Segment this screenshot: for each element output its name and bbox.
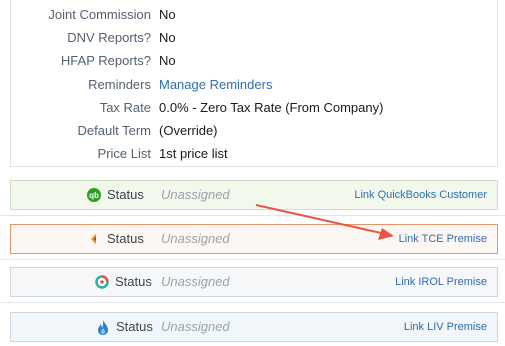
property-label: Joint Commission [48,7,151,22]
property-value: 0.0% - Zero Tax Rate (From Company) [159,100,384,115]
property-row-tax-rate: Tax Rate 0.0% - Zero Tax Rate (From Comp… [11,96,497,119]
status-label: Status [116,319,153,334]
status-label: Status [107,187,144,202]
link-tce-premise-link[interactable]: Link TCE Premise [399,225,487,253]
property-value: 1st price list [159,146,228,161]
divider [0,302,505,303]
link-irol-premise-link[interactable]: Link IROL Premise [395,268,487,296]
property-label: Tax Rate [99,100,151,115]
property-row-dnv-reports: DNV Reports? No [11,26,497,49]
property-row-reminders: Reminders Manage Reminders [11,73,497,96]
customer-properties-panel: Joint Commission No DNV Reports? No HFAP… [10,0,498,167]
property-label: DNV Reports? [67,30,151,45]
property-value: No [159,53,176,68]
liv-integration-row: Status Unassigned Link LIV Premise [10,312,498,342]
property-label: Reminders [88,77,151,92]
tce-integration-row: Status Unassigned Link TCE Premise [10,224,498,254]
tce-icon [87,232,101,246]
property-row-price-list: Price List 1st price list [11,142,497,165]
property-row-joint-commission: Joint Commission No [11,3,497,26]
svg-text:qb: qb [89,191,99,200]
property-row-default-term: Default Term (Override) [11,119,497,142]
property-value: No [159,7,176,22]
irol-icon [95,275,109,289]
link-quickbooks-customer-link[interactable]: Link QuickBooks Customer [354,181,487,209]
manage-reminders-link[interactable]: Manage Reminders [159,73,272,96]
quickbooks-icon: qb [87,188,101,202]
property-label: Price List [97,146,151,161]
status-value: Unassigned [161,274,230,289]
property-label: HFAP Reports? [60,53,151,68]
irol-integration-row: Status Unassigned Link IROL Premise [10,267,498,297]
property-row-hfap-reports: HFAP Reports? No [11,49,497,72]
status-label: Status [107,231,144,246]
divider [0,259,505,260]
divider [0,215,505,216]
property-label: Default Term [77,123,151,138]
status-value: Unassigned [161,187,230,202]
status-label: Status [115,274,152,289]
status-value: Unassigned [161,231,230,246]
property-value: No [159,30,176,45]
quickbooks-integration-row: qb Status Unassigned Link QuickBooks Cus… [10,180,498,210]
property-value: (Override) [159,123,218,138]
flame-icon [96,319,110,336]
status-value: Unassigned [161,319,230,334]
link-liv-premise-link[interactable]: Link LIV Premise [404,313,487,341]
